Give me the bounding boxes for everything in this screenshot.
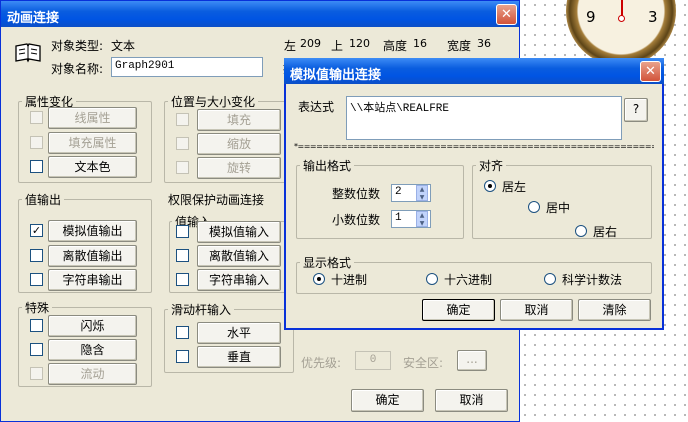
book-icon bbox=[14, 43, 42, 63]
string-output-button[interactable]: 字符串输出 bbox=[48, 269, 137, 291]
analog-output-link-dialog: 模拟值输出连接 ✕ 表达式 \\本站点\REALFRE ? *=========… bbox=[284, 58, 664, 330]
main-close-button[interactable]: ✕ bbox=[496, 4, 517, 25]
format-hex-radio[interactable] bbox=[426, 273, 438, 285]
main-cancel-button[interactable]: 取消 bbox=[435, 389, 508, 412]
security-button[interactable]: ... bbox=[457, 350, 487, 371]
string-output-checkbox[interactable] bbox=[30, 273, 43, 286]
vertical-button[interactable]: 垂直 bbox=[197, 346, 281, 368]
hide-button[interactable]: 隐含 bbox=[48, 339, 137, 361]
analog-input-checkbox[interactable] bbox=[176, 225, 189, 238]
left-value: 209 bbox=[300, 37, 321, 50]
rotate-button[interactable]: 旋转 bbox=[197, 157, 281, 179]
sub-clear-button[interactable]: 清除 bbox=[578, 299, 651, 321]
priority-input[interactable]: 0 bbox=[355, 351, 391, 370]
format-sci-label: 科学计数法 bbox=[562, 273, 623, 287]
flow-checkbox[interactable] bbox=[30, 367, 43, 380]
expression-help-button[interactable]: ? bbox=[624, 98, 648, 122]
format-decimal-label: 十进制 bbox=[331, 273, 368, 287]
group-display-format-title: 显示格式 bbox=[303, 256, 352, 270]
text-color-button[interactable]: 文本色 bbox=[48, 156, 137, 178]
separator-line: *=======================================… bbox=[294, 142, 654, 151]
height-value: 16 bbox=[413, 37, 427, 50]
object-type-value: 文本 bbox=[111, 39, 136, 53]
sub-close-button[interactable]: ✕ bbox=[640, 61, 661, 82]
left-label: 左 bbox=[284, 39, 297, 53]
flash-button[interactable]: 闪烁 bbox=[48, 315, 137, 337]
scale-button[interactable]: 缩放 bbox=[197, 133, 281, 155]
horizontal-button[interactable]: 水平 bbox=[197, 322, 281, 344]
clock-numeral-3: 3 bbox=[648, 8, 658, 26]
vertical-checkbox[interactable] bbox=[176, 350, 189, 363]
analog-output-checkbox[interactable]: ✓ bbox=[30, 224, 43, 237]
group-output-format-title: 输出格式 bbox=[303, 159, 352, 173]
dec-digits-spinner[interactable]: ▲ ▼ bbox=[416, 211, 428, 227]
line-attr-checkbox[interactable] bbox=[30, 111, 43, 124]
group-position-size-title: 位置与大小变化 bbox=[171, 95, 256, 109]
group-alignment: 对齐 bbox=[472, 157, 652, 239]
align-right-label: 居右 bbox=[593, 225, 618, 239]
expression-input[interactable]: \\本站点\REALFRE bbox=[346, 96, 622, 140]
discrete-output-button[interactable]: 离散值输出 bbox=[48, 245, 137, 267]
format-decimal-radio[interactable] bbox=[313, 273, 325, 285]
main-ok-button[interactable]: 确定 bbox=[351, 389, 424, 412]
scale-checkbox[interactable] bbox=[176, 137, 189, 150]
clock-widget: 9 3 12 bbox=[566, 0, 676, 66]
flow-button[interactable]: 流动 bbox=[48, 363, 137, 385]
top-label: 上 bbox=[331, 39, 344, 53]
sub-cancel-button[interactable]: 取消 bbox=[500, 299, 573, 321]
main-title: 动画连接 bbox=[7, 11, 60, 26]
line-attr-button[interactable]: 线属性 bbox=[48, 107, 137, 129]
clock-center bbox=[618, 15, 625, 22]
group-slider-input-title: 滑动杆输入 bbox=[171, 303, 232, 317]
sub-title-bar: 模拟值输出连接 bbox=[284, 58, 664, 84]
group-special-title: 特殊 bbox=[25, 301, 50, 315]
int-digits-label: 整数位数 bbox=[332, 187, 381, 201]
security-label: 安全区: bbox=[403, 356, 444, 370]
object-name-input[interactable]: Graph2901 bbox=[111, 57, 263, 77]
discrete-output-checkbox[interactable] bbox=[30, 249, 43, 262]
string-input-checkbox[interactable] bbox=[176, 273, 189, 286]
align-left-label: 居左 bbox=[502, 180, 527, 194]
object-name-label: 对象名称: bbox=[51, 62, 104, 76]
fill-attr-button[interactable]: 填充属性 bbox=[48, 132, 137, 154]
width-label: 宽度 bbox=[447, 39, 472, 53]
sub-ok-button[interactable]: 确定 bbox=[422, 299, 495, 321]
rotate-checkbox[interactable] bbox=[176, 161, 189, 174]
analog-input-button[interactable]: 模拟值输入 bbox=[197, 221, 281, 243]
main-title-bar: 动画连接 bbox=[1, 1, 519, 27]
dec-digits-label: 小数位数 bbox=[332, 213, 381, 227]
format-sci-radio[interactable] bbox=[544, 273, 556, 285]
top-value: 120 bbox=[349, 37, 370, 50]
align-center-radio[interactable] bbox=[528, 201, 540, 213]
height-label: 高度 bbox=[383, 39, 408, 53]
string-input-button[interactable]: 字符串输入 bbox=[197, 269, 281, 291]
fill-checkbox[interactable] bbox=[176, 113, 189, 126]
discrete-input-checkbox[interactable] bbox=[176, 249, 189, 262]
permission-protect-label: 权限保护动画连接 bbox=[168, 191, 265, 208]
int-digits-spinner[interactable]: ▲ ▼ bbox=[416, 185, 428, 201]
text-color-checkbox[interactable] bbox=[30, 160, 43, 173]
analog-output-button[interactable]: 模拟值输出 bbox=[48, 220, 137, 242]
format-hex-label: 十六进制 bbox=[444, 273, 493, 287]
flash-checkbox[interactable] bbox=[30, 319, 43, 332]
priority-label: 优先级: bbox=[301, 356, 342, 370]
object-type-label: 对象类型: bbox=[51, 39, 104, 53]
hide-checkbox[interactable] bbox=[30, 343, 43, 356]
group-value-output-title: 值输出 bbox=[25, 193, 62, 207]
group-alignment-title: 对齐 bbox=[479, 159, 504, 173]
horizontal-checkbox[interactable] bbox=[176, 326, 189, 339]
align-left-radio[interactable] bbox=[484, 180, 496, 192]
align-right-radio[interactable] bbox=[575, 225, 587, 237]
sub-title: 模拟值输出连接 bbox=[290, 68, 382, 83]
fill-button[interactable]: 填充 bbox=[197, 109, 281, 131]
expression-label: 表达式 bbox=[298, 100, 335, 114]
discrete-input-button[interactable]: 离散值输入 bbox=[197, 245, 281, 267]
clock-numeral-9: 9 bbox=[586, 8, 596, 26]
align-center-label: 居中 bbox=[546, 201, 571, 215]
fill-attr-checkbox[interactable] bbox=[30, 136, 43, 149]
width-value: 36 bbox=[477, 37, 491, 50]
